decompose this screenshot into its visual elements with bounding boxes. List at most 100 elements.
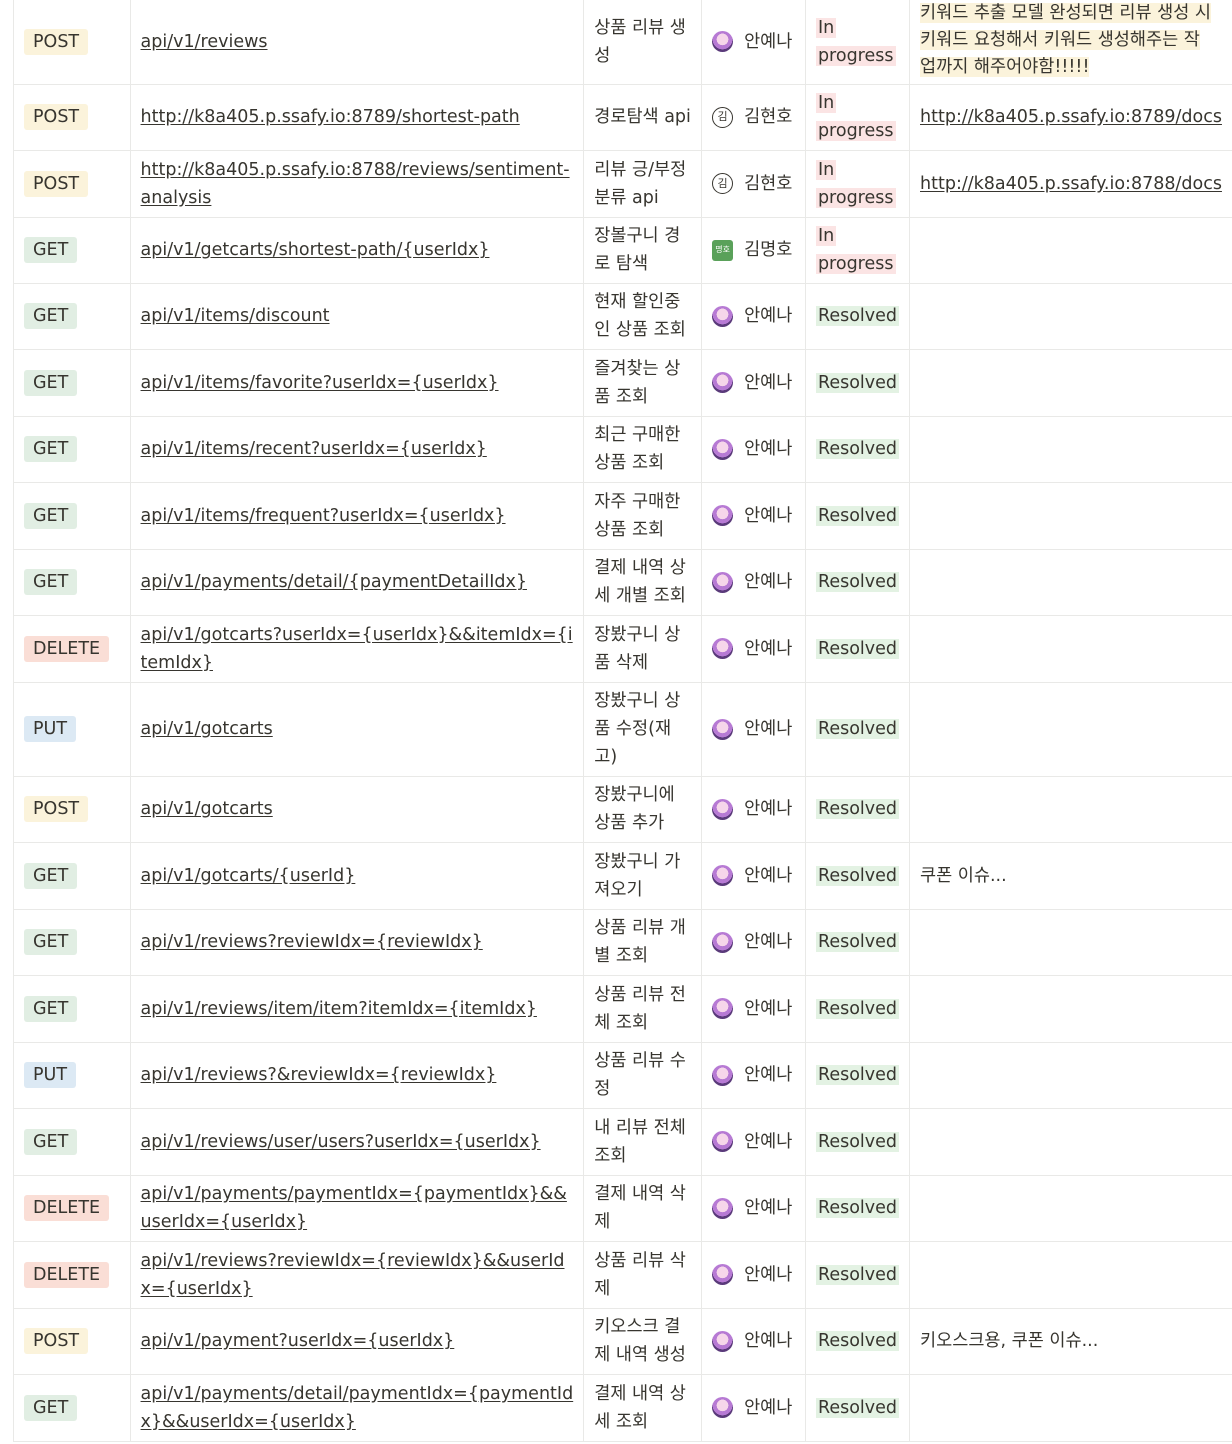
- endpoint-link[interactable]: api/v1/payments/detail/paymentIdx={payme…: [141, 1384, 574, 1432]
- note-cell: [909, 1042, 1232, 1109]
- status-badge[interactable]: Resolved: [815, 799, 900, 819]
- endpoint-link[interactable]: api/v1/items/favorite?userIdx={userIdx}: [141, 373, 499, 393]
- status-badge[interactable]: Resolved: [815, 932, 900, 952]
- status-badge[interactable]: Resolved: [815, 1264, 900, 1285]
- assignee[interactable]: 안예나: [712, 502, 795, 530]
- table-row[interactable]: PUT api/v1/gotcarts 장봤구니 상품 수정(재고) 안예나 Resol…: [13, 682, 1232, 777]
- assignee[interactable]: 안예나: [712, 715, 795, 743]
- assignee[interactable]: 안예나: [712, 1261, 795, 1289]
- assignee[interactable]: 김 김현호: [712, 103, 795, 131]
- status-badge[interactable]: Resolved: [815, 1065, 900, 1085]
- table-row[interactable]: POST http://k8a405.p.ssafy.io:8788/review…: [13, 150, 1232, 218]
- assignee[interactable]: 안예나: [712, 1061, 795, 1089]
- status-badge[interactable]: Resolved: [815, 865, 900, 886]
- endpoint-link[interactable]: api/v1/payments/paymentIdx={paymentIdx}&…: [141, 1184, 567, 1232]
- table-row[interactable]: DELETE api/v1/gotcarts?userIdx={userIdx}&…: [13, 615, 1232, 683]
- assignee[interactable]: 안예나: [712, 795, 795, 823]
- table-row[interactable]: GET api/v1/gotcarts/{userId} 장봤구니 가져오기 안예나 R…: [13, 842, 1232, 910]
- status-badge[interactable]: In progress: [815, 226, 896, 274]
- table-row[interactable]: GET api/v1/payments/detail/{paymentDetail…: [13, 549, 1232, 616]
- assignee[interactable]: 안예나: [712, 302, 795, 330]
- status-badge[interactable]: In progress: [815, 159, 896, 208]
- assignee[interactable]: 안예나: [712, 1327, 795, 1355]
- table-row[interactable]: GET api/v1/getcarts/shortest-path/{userId…: [13, 217, 1232, 284]
- status-badge[interactable]: Resolved: [815, 306, 900, 326]
- note-cell: http://k8a405.p.ssafy.io:8788/docs: [909, 150, 1232, 218]
- table-row[interactable]: PUT api/v1/reviews?&reviewIdx={reviewIdx}…: [13, 1042, 1232, 1109]
- description-text: 최근 구매한 상품 조회: [594, 425, 681, 473]
- endpoint-link[interactable]: api/v1/reviews?&reviewIdx={reviewIdx}: [141, 1065, 497, 1085]
- assignee[interactable]: 안예나: [712, 568, 795, 596]
- note-cell: [909, 909, 1232, 976]
- endpoint-link[interactable]: api/v1/gotcarts?userIdx={userIdx}&&itemI…: [141, 625, 573, 673]
- assignee[interactable]: 김 김현호: [712, 170, 795, 198]
- status-badge[interactable]: Resolved: [815, 719, 900, 739]
- table-row[interactable]: DELETE api/v1/payments/paymentIdx={paymen…: [13, 1175, 1232, 1242]
- table-row[interactable]: GET api/v1/reviews/item/item?itemIdx={ite…: [13, 975, 1232, 1043]
- method-badge: GET: [24, 1394, 78, 1421]
- assignee[interactable]: 안예나: [712, 369, 795, 397]
- endpoint-cell: api/v1/gotcarts?userIdx={userIdx}&&itemI…: [130, 615, 585, 683]
- endpoint-link[interactable]: api/v1/reviews/user/users?userIdx={userI…: [141, 1132, 541, 1152]
- assignee[interactable]: 안예나: [712, 1394, 795, 1422]
- status-badge[interactable]: Resolved: [815, 1198, 900, 1218]
- note-link[interactable]: http://k8a405.p.ssafy.io:8789/docs: [920, 107, 1222, 127]
- table-row[interactable]: GET api/v1/items/favorite?userIdx={userId…: [13, 349, 1232, 417]
- assignee[interactable]: 안예나: [712, 862, 795, 890]
- endpoint-link[interactable]: api/v1/gotcarts: [141, 719, 273, 739]
- endpoint-link[interactable]: api/v1/items/recent?userIdx={userIdx}: [141, 439, 487, 459]
- avatar: [712, 1064, 734, 1086]
- method-badge: POST: [24, 104, 89, 130]
- table-row[interactable]: GET api/v1/payments/detail/paymentIdx={pa…: [13, 1374, 1232, 1442]
- status-badge[interactable]: Resolved: [815, 998, 900, 1019]
- endpoint-link[interactable]: api/v1/reviews/item/item?itemIdx={itemId…: [141, 999, 537, 1019]
- method-badge: GET: [24, 929, 78, 955]
- assignee[interactable]: 명호 김명호: [712, 236, 795, 264]
- status-badge[interactable]: Resolved: [815, 1131, 900, 1152]
- endpoint-link[interactable]: api/v1/gotcarts/{userId}: [141, 866, 356, 886]
- description-text: 상품 리뷰 전체 조회: [594, 984, 686, 1033]
- endpoint-link[interactable]: api/v1/gotcarts: [141, 799, 273, 819]
- endpoint-link[interactable]: api/v1/payment?userIdx={userIdx}: [141, 1331, 455, 1351]
- table-row[interactable]: GET api/v1/items/recent?userIdx={userIdx}…: [13, 416, 1232, 483]
- status-cell: In progress: [805, 150, 911, 218]
- table-row[interactable]: GET api/v1/items/frequent?userIdx={userId…: [13, 482, 1232, 550]
- table-row[interactable]: POST api/v1/gotcarts 장봤구니에 상품 추가 안예나 Resolve…: [13, 776, 1232, 843]
- assignee[interactable]: 안예나: [712, 928, 795, 956]
- description-cell: 자주 구매한 상품 조회: [583, 482, 703, 550]
- table-row[interactable]: GET api/v1/reviews?reviewIdx={reviewIdx} 상…: [13, 909, 1232, 976]
- assignee[interactable]: 안예나: [712, 435, 795, 463]
- table-row[interactable]: POST api/v1/payment?userIdx={userIdx} 키오스크…: [13, 1308, 1232, 1375]
- status-badge[interactable]: Resolved: [815, 439, 900, 459]
- table-row[interactable]: GET api/v1/items/discount 현재 할인중인 상품 조회 안예나…: [13, 283, 1232, 350]
- status-badge[interactable]: In progress: [815, 93, 896, 141]
- assignee[interactable]: 안예나: [712, 1128, 795, 1156]
- description-text: 상품 리뷰 개별 조회: [594, 918, 686, 966]
- endpoint-link[interactable]: http://k8a405.p.ssafy.io:8789/shortest-p…: [141, 107, 520, 127]
- table-row[interactable]: POST api/v1/reviews 상품 리뷰 생성 안예나 In progress…: [13, 0, 1232, 85]
- note-link[interactable]: http://k8a405.p.ssafy.io:8788/docs: [920, 174, 1222, 194]
- status-badge[interactable]: Resolved: [815, 1397, 900, 1418]
- table-row[interactable]: GET api/v1/reviews/user/users?userIdx={us…: [13, 1108, 1232, 1176]
- status-badge[interactable]: Resolved: [815, 638, 900, 659]
- status-badge[interactable]: Resolved: [815, 372, 900, 393]
- status-badge[interactable]: In progress: [815, 17, 896, 66]
- status-badge[interactable]: Resolved: [815, 1331, 900, 1351]
- status-badge[interactable]: Resolved: [815, 572, 900, 592]
- status-cell: Resolved: [805, 549, 911, 616]
- assignee[interactable]: 안예나: [712, 1194, 795, 1222]
- endpoint-link[interactable]: api/v1/reviews: [141, 32, 268, 52]
- assignee[interactable]: 안예나: [712, 995, 795, 1023]
- table-row[interactable]: POST http://k8a405.p.ssafy.io:8789/shorte…: [13, 84, 1232, 151]
- assignee[interactable]: 안예나: [712, 28, 795, 56]
- endpoint-link[interactable]: api/v1/items/discount: [141, 306, 330, 326]
- endpoint-link[interactable]: api/v1/getcarts/shortest-path/{userIdx}: [141, 240, 490, 260]
- endpoint-link[interactable]: api/v1/reviews?reviewIdx={reviewIdx}: [141, 932, 483, 952]
- endpoint-link[interactable]: api/v1/reviews?reviewIdx={reviewIdx}&&us…: [141, 1251, 565, 1299]
- endpoint-link[interactable]: api/v1/items/frequent?userIdx={userIdx}: [141, 506, 506, 526]
- assignee[interactable]: 안예나: [712, 635, 795, 663]
- endpoint-link[interactable]: api/v1/payments/detail/{paymentDetailIdx…: [141, 572, 527, 592]
- endpoint-link[interactable]: http://k8a405.p.ssafy.io:8788/reviews/se…: [141, 160, 570, 208]
- status-badge[interactable]: Resolved: [815, 505, 900, 526]
- table-row[interactable]: DELETE api/v1/reviews?reviewIdx={reviewId…: [13, 1241, 1232, 1309]
